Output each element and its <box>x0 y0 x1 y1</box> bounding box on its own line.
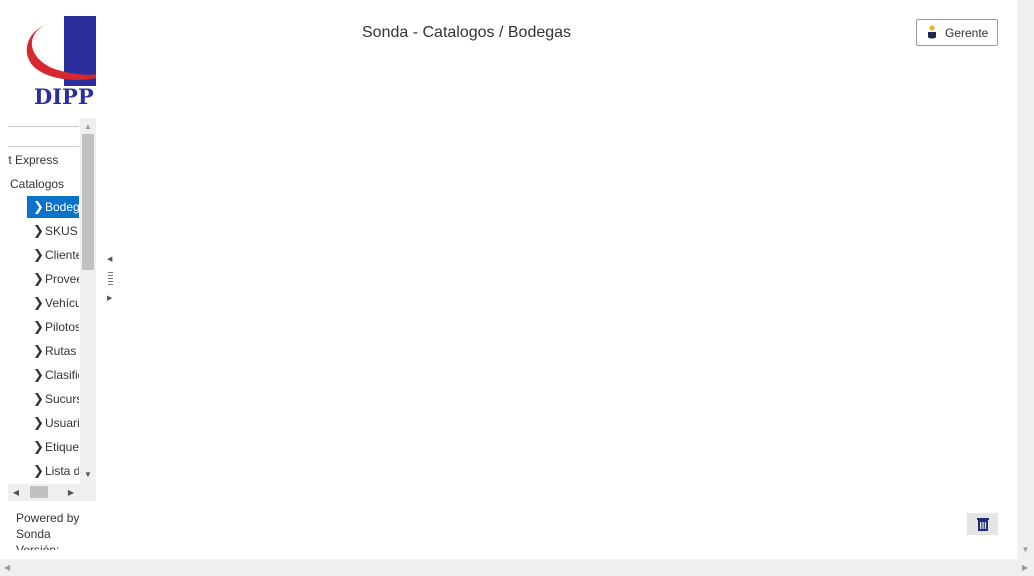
expand-right-icon[interactable]: ▶ <box>107 294 112 302</box>
sidebar-item-label: Bodegas <box>45 200 79 214</box>
user-name: Gerente <box>945 25 989 40</box>
sidebar-vertical-scrollbar[interactable]: ▲ ▼ <box>80 118 96 484</box>
chevron-right-icon: ❯ <box>33 319 44 334</box>
powered-by-footer: Powered by Sonda Versión: <box>16 510 96 550</box>
sidebar-item-proveedores[interactable]: ❯Proveedores <box>27 268 79 290</box>
chevron-right-icon: ❯ <box>33 247 44 262</box>
sidebar-item-label: Vehículos <box>45 296 79 310</box>
powered-by-brand: Sonda <box>16 527 51 541</box>
chevron-right-icon: ❯ <box>33 391 44 406</box>
svg-text:DIPP: DIPP <box>34 84 94 108</box>
chevron-right-icon: ❯ <box>33 223 44 238</box>
page-vertical-scrollbar[interactable]: ▼ <box>1017 0 1034 559</box>
sidebar-item-etiquetas[interactable]: ❯Etiquetas <box>27 436 79 458</box>
version-label: Versión: <box>16 543 60 550</box>
scroll-right-arrow-icon[interactable]: ▶ <box>64 484 78 501</box>
powered-by-label: Powered by <box>16 511 80 525</box>
chevron-right-icon: ❯ <box>33 343 44 358</box>
sidebar-item-vehiculos[interactable]: ❯Vehículos <box>27 292 79 314</box>
sidebar-item-skus[interactable]: ❯SKUS <box>27 220 79 242</box>
sidebar-item-label: Proveedores <box>45 272 79 286</box>
divider <box>8 126 79 127</box>
logo-graphic: DIPP <box>26 16 96 108</box>
divider <box>8 146 79 147</box>
sidebar-item-label: Clientes <box>45 248 79 262</box>
sidebar-item-sucursales[interactable]: ❯Sucursales <box>27 388 79 410</box>
scroll-thumb[interactable] <box>82 134 94 270</box>
sidebar-item-label: Usuarios <box>45 416 79 430</box>
sidebar-item-clasificaciones[interactable]: ❯Clasificaciones <box>27 364 79 386</box>
delete-button[interactable] <box>967 513 998 535</box>
sidebar-item-usuarios[interactable]: ❯Usuarios <box>27 412 79 434</box>
panel-splitter[interactable]: ◀ ▶ <box>104 255 116 305</box>
scroll-thumb[interactable] <box>30 486 48 498</box>
brand-logo: DIPP <box>8 14 96 108</box>
chevron-right-icon: ❯ <box>33 199 44 214</box>
chevron-right-icon: ❯ <box>33 295 44 310</box>
scroll-up-arrow-icon[interactable]: ▲ <box>80 120 96 134</box>
sidebar-item-label: Pilotos <box>45 320 79 334</box>
sidebar-item-rutas[interactable]: ❯Rutas <box>27 340 79 362</box>
sidebar-item-label: Clasificaciones <box>45 368 79 382</box>
trash-icon <box>976 518 989 531</box>
chevron-right-icon: ❯ <box>33 415 44 430</box>
sidebar-item-clientes[interactable]: ❯Clientes <box>27 244 79 266</box>
chevron-right-icon: ❯ <box>33 463 44 478</box>
scroll-right-arrow-icon[interactable]: ▶ <box>1022 559 1028 576</box>
sidebar-item-bodegas[interactable]: ❯Bodegas <box>27 196 79 218</box>
scroll-left-arrow-icon[interactable]: ◀ <box>9 484 23 501</box>
collapse-left-icon[interactable]: ◀ <box>107 255 112 263</box>
sidebar-item-label: Rutas <box>45 344 77 358</box>
sidebar-item-label: SKUS <box>45 224 78 238</box>
tree-item-express[interactable]: ft Express <box>8 150 58 170</box>
page-horizontal-scrollbar[interactable]: ◀ ▶ <box>0 559 1034 576</box>
scroll-down-arrow-icon[interactable]: ▼ <box>80 468 96 482</box>
sidebar-item-pilotos[interactable]: ❯Pilotos <box>27 316 79 338</box>
chevron-right-icon: ❯ <box>33 271 44 286</box>
sidebar-item-lista[interactable]: ❯Lista de <box>27 460 79 482</box>
tree-viewport: ft Express Catalogos ❯Bodegas ❯SKUS ❯Cli… <box>8 118 79 484</box>
user-menu-button[interactable]: Gerente <box>916 19 998 46</box>
scroll-down-arrow-icon[interactable]: ▼ <box>1017 545 1034 554</box>
chevron-right-icon: ❯ <box>33 367 44 382</box>
sidebar-item-label: Etiquetas <box>45 440 79 454</box>
user-icon <box>928 25 936 39</box>
sidebar-horizontal-scrollbar[interactable]: ◀ ▶ <box>8 484 96 501</box>
chevron-right-icon: ❯ <box>33 439 44 454</box>
page-title: Sonda - Catalogos / Bodegas <box>362 24 572 41</box>
tree-section-catalogos[interactable]: Catalogos <box>10 174 64 194</box>
scroll-left-arrow-icon[interactable]: ◀ <box>4 559 10 576</box>
sidebar-item-label: Lista de <box>45 464 79 478</box>
sidebar-tree[interactable]: ft Express Catalogos ❯Bodegas ❯SKUS ❯Cli… <box>8 118 96 501</box>
splitter-grip-icon[interactable] <box>108 272 113 286</box>
sidebar-item-label: Sucursales <box>45 392 79 406</box>
